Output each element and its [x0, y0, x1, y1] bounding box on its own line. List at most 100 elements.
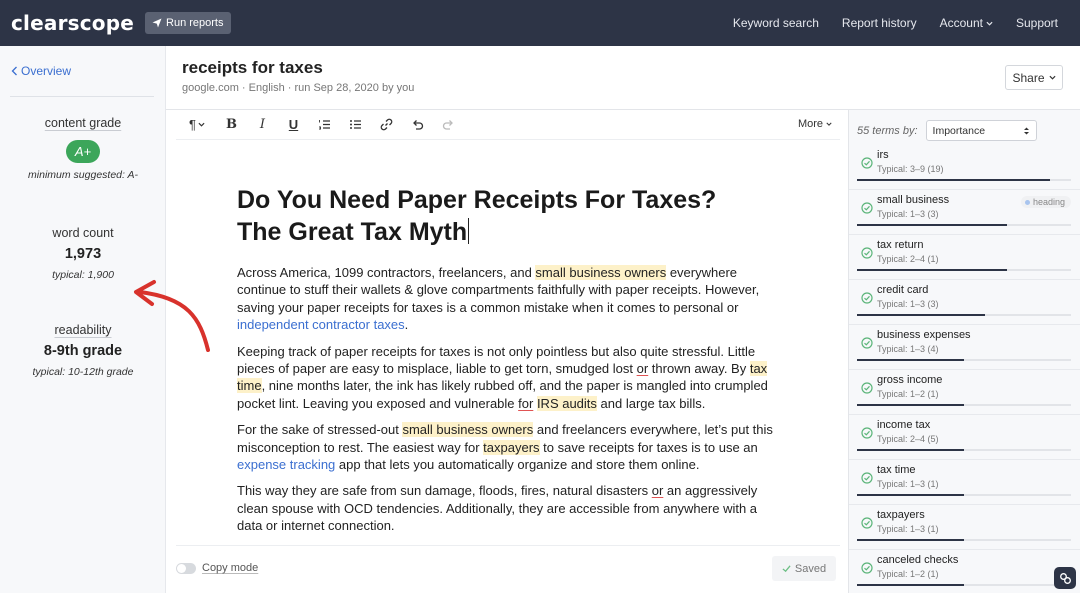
check-icon	[782, 565, 791, 573]
tag-dot-icon	[1024, 199, 1030, 205]
check-circle-icon	[861, 472, 873, 484]
footer-divider	[176, 545, 840, 546]
term-progress-bar	[857, 539, 964, 541]
widget-button[interactable]	[1054, 567, 1076, 589]
redo-button[interactable]	[433, 111, 464, 139]
undo-button[interactable]	[402, 111, 433, 139]
word-count-value: 1,973	[64, 246, 102, 262]
check-circle-icon	[861, 202, 873, 214]
nav-account[interactable]: Account	[940, 16, 993, 30]
sidebar-divider	[10, 96, 154, 97]
term-highlight: IRS audits	[536, 395, 597, 411]
document-editor[interactable]: Do You Need Paper Receipts For Taxes? Th…	[237, 184, 777, 535]
term-item[interactable]: taxpayers Typical: 1–3 (1)	[849, 506, 1080, 550]
term-item[interactable]: income tax Typical: 2–4 (5)	[849, 416, 1080, 460]
bullet-list-button[interactable]	[340, 111, 371, 139]
term-tag: heading	[1020, 196, 1071, 208]
sort-select[interactable]: Importance	[925, 120, 1037, 141]
bold-icon: B	[226, 117, 237, 132]
more-button[interactable]: More	[798, 118, 832, 130]
redo-icon	[442, 120, 453, 130]
report-meta: google.com · English · run Sep 28, 2020 …	[182, 82, 415, 94]
check-circle-icon	[861, 157, 873, 169]
check-circle-icon	[861, 337, 873, 349]
term-item[interactable]: small business Typical: 1–3 (3) heading	[849, 191, 1080, 235]
content-grade-label[interactable]: content grade	[0, 116, 166, 130]
paragraph-4: This way they are safe from sun damage, …	[237, 483, 758, 534]
paragraph-icon: ¶	[189, 117, 196, 132]
check-circle-icon	[861, 292, 873, 304]
paragraph-2: Keeping track of paper receipts for taxe…	[237, 343, 768, 411]
inline-link[interactable]: expense tracking	[237, 457, 335, 472]
term-name: taxpayers	[877, 509, 925, 521]
chevron-down-icon	[986, 21, 993, 26]
app-logo[interactable]: clearscope	[11, 11, 134, 35]
term-typical: Typical: 1–3 (3)	[877, 299, 939, 309]
term-name: income tax	[877, 419, 931, 431]
paragraph-3: For the sake of stressed-out small busin…	[237, 422, 773, 473]
copy-mode-toggle[interactable]: Copy mode	[176, 562, 258, 574]
term-progress-bar	[857, 584, 964, 586]
term-progress-bar	[857, 224, 1007, 226]
ordered-list-icon	[319, 120, 330, 130]
link-button[interactable]	[371, 111, 402, 139]
share-button[interactable]: Share	[1005, 65, 1063, 90]
report-title: receipts for taxes	[182, 58, 323, 77]
term-item[interactable]: business expenses Typical: 1–3 (4)	[849, 326, 1080, 370]
run-reports-button[interactable]: Run reports	[145, 12, 231, 34]
term-item[interactable]: irs Typical: 3–9 (19)	[849, 146, 1080, 190]
chevron-left-icon	[11, 66, 17, 76]
term-item[interactable]: gross income Typical: 1–2 (1)	[849, 371, 1080, 415]
term-name: tax return	[877, 239, 924, 251]
term-typical: Typical: 1–3 (4)	[877, 344, 939, 354]
term-item[interactable]: tax return Typical: 2–4 (1)	[849, 236, 1080, 280]
terms-count-label: 55 terms by:	[857, 124, 918, 137]
term-highlight: taxpayers	[483, 439, 540, 455]
underline-button[interactable]: U	[278, 111, 309, 139]
undo-icon	[413, 120, 424, 130]
term-typical: Typical: 1–2 (1)	[877, 389, 939, 399]
term-progress-bar	[857, 404, 964, 406]
chevron-down-icon	[198, 122, 205, 127]
term-item[interactable]: canceled checks Typical: 1–2 (1)	[849, 551, 1080, 593]
spelling-underline: for	[518, 395, 534, 411]
check-circle-icon	[861, 562, 873, 574]
red-arrow-annotation	[134, 280, 210, 352]
term-typical: Typical: 2–4 (5)	[877, 434, 939, 444]
italic-icon: I	[259, 117, 266, 132]
term-typical: Typical: 1–3 (1)	[877, 479, 939, 489]
spelling-underline: or	[636, 361, 649, 377]
paragraph-1: Across America, 1099 contractors, freela…	[237, 265, 760, 333]
term-typical: Typical: 1–3 (1)	[877, 524, 939, 534]
underline-icon: U	[288, 117, 299, 132]
link-icon	[380, 118, 393, 131]
check-circle-icon	[861, 247, 873, 259]
term-name: gross income	[877, 374, 943, 386]
send-icon	[152, 18, 162, 28]
inline-link[interactable]: independent contractor taxes	[237, 317, 405, 332]
content-grade-minimum: minimum suggested: A-	[28, 169, 138, 181]
term-item[interactable]: credit card Typical: 1–3 (3)	[849, 281, 1080, 325]
select-arrows-icon	[1023, 127, 1029, 134]
term-progress-bar	[857, 314, 985, 316]
term-typical: Typical: 1–2 (1)	[877, 569, 939, 579]
link-chain-icon	[1059, 572, 1071, 584]
overview-link[interactable]: Overview	[11, 64, 71, 78]
term-progress-bar	[857, 494, 964, 496]
term-name: credit card	[877, 284, 929, 296]
term-name: business expenses	[877, 329, 971, 341]
term-item[interactable]: tax time Typical: 1–3 (1)	[849, 461, 1080, 505]
italic-button[interactable]: I	[247, 111, 278, 139]
term-progress-bar	[857, 449, 964, 451]
term-name: irs	[877, 149, 889, 161]
bold-button[interactable]: B	[216, 111, 247, 139]
paragraph-format-button[interactable]: ¶	[178, 111, 216, 139]
toggle-switch[interactable]	[176, 562, 196, 574]
nav-support[interactable]: Support	[1016, 16, 1058, 30]
term-name: canceled checks	[877, 554, 959, 566]
readability-typical: typical: 10-12th grade	[32, 366, 134, 378]
nav-keyword-search[interactable]: Keyword search	[733, 16, 819, 30]
check-circle-icon	[861, 427, 873, 439]
nav-report-history[interactable]: Report history	[842, 16, 917, 30]
ordered-list-button[interactable]	[309, 111, 340, 139]
